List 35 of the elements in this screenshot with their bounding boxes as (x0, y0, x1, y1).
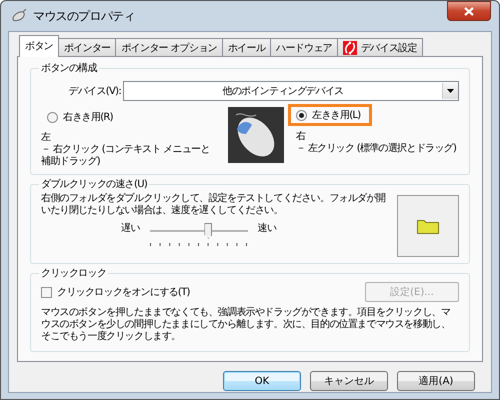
group-title: クリックロック (41, 268, 106, 279)
slow-label: 遅い (121, 223, 140, 235)
device-label: デバイス(V): (68, 85, 121, 98)
slider-thumb[interactable] (204, 223, 212, 239)
mouse-icon (11, 9, 27, 23)
tab[interactable]: デバイス設定 (336, 38, 423, 56)
button-description: － 左クリック (標準の選択とドラッグ) (296, 143, 458, 155)
clicklock-description: マウスのボタンを押したままでなくても、強調表示やドラッグができます。項目をクリックし、マウスのボタンを少しの間押したままにしてから離します。次に、目的の位置までマウスを移動し、そこでもう一度クリックします。 (41, 307, 452, 343)
caret-icon (447, 89, 454, 93)
button-heading: 左 (41, 132, 52, 144)
dialog-button[interactable]: キャンセル (310, 371, 388, 391)
close-button[interactable] (447, 1, 491, 21)
device-dropdown[interactable]: 他のポインティングデバイス (123, 81, 459, 101)
tab[interactable]: ホイール (222, 38, 272, 56)
fast-label: 速い (258, 223, 276, 235)
dialog-button[interactable]: OK (223, 371, 301, 391)
group-title: ボタンの構成 (41, 63, 97, 74)
mouse-icon (228, 107, 284, 163)
tab[interactable]: ボタン (19, 35, 59, 57)
folder-icon (417, 218, 439, 234)
tab[interactable]: ポインター オプション (115, 38, 223, 56)
instruction-text: 右側のフォルダをダブルクリックして、設定をテストしてください。フォルダが開いたり閉じたりしない場合は、速度を遅くしてください。 (41, 193, 386, 217)
tab[interactable]: ポインター (58, 38, 116, 56)
close-icon (464, 6, 474, 16)
dialog-button[interactable]: 適用(A) (397, 371, 475, 391)
test-folder[interactable] (397, 195, 459, 257)
speed-slider[interactable] (150, 223, 248, 247)
tab[interactable]: ハードウェア (270, 38, 338, 56)
radio-button[interactable]: 右きき用(R) (41, 107, 119, 127)
group-title: ダブルクリックの速さ(U) (41, 179, 148, 190)
clicklock-checkbox[interactable]: クリックロックをオンにする(T) (41, 285, 190, 299)
button-heading: 右 (296, 131, 306, 143)
button-description: － 右クリック (コンテキスト メニューと補助ドラッグ) (41, 144, 211, 168)
window-title: マウスのプロパティ (33, 8, 136, 24)
radio-button[interactable]: 左きき用(L) (288, 104, 372, 126)
